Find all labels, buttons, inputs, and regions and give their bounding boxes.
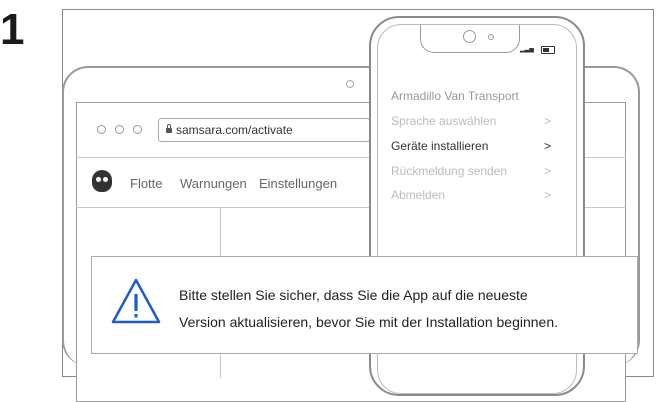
- signal-icon: ▂▃▅: [520, 47, 534, 53]
- chevron-right-icon: >: [543, 164, 551, 178]
- menu-item-label: Abmelden: [391, 188, 446, 202]
- step-number: 1: [0, 5, 25, 54]
- phone-sensor-icon: [488, 34, 494, 40]
- url-text: samsara.com/activate: [176, 123, 293, 137]
- menu-item-label: Rückmeldung senden: [391, 164, 508, 178]
- phone-camera-icon: [463, 30, 476, 43]
- warning-triangle-icon: [111, 278, 161, 324]
- menu-item-rueckmeldung[interactable]: Rückmeldung senden >: [391, 164, 551, 178]
- window-minimize-dot[interactable]: [115, 125, 124, 134]
- samsara-logo-icon: [92, 170, 112, 192]
- menu-item-label: Sprache auswählen: [391, 114, 497, 128]
- nav-item-einstellungen[interactable]: Einstellungen: [259, 176, 337, 191]
- lock-icon: [166, 124, 172, 133]
- battery-icon: [541, 46, 555, 54]
- window-close-dot[interactable]: [97, 125, 106, 134]
- chevron-right-icon: >: [543, 114, 551, 128]
- phone-title: Armadillo Van Transport: [391, 89, 519, 103]
- tablet-camera: [346, 80, 354, 88]
- menu-item-geraete-installieren[interactable]: Geräte installieren >: [391, 139, 551, 153]
- alert-text-line-2: Version aktualisieren, bevor Sie mit der…: [179, 314, 558, 330]
- chevron-right-icon: >: [543, 188, 551, 202]
- url-bar[interactable]: samsara.com/activate: [158, 118, 370, 142]
- chevron-right-icon: >: [543, 139, 551, 153]
- menu-item-label: Geräte installieren: [391, 139, 489, 153]
- nav-item-flotte[interactable]: Flotte: [130, 176, 163, 191]
- menu-item-sprache[interactable]: Sprache auswählen >: [391, 114, 551, 128]
- warning-alert-box: [91, 256, 638, 354]
- window-maximize-dot[interactable]: [133, 125, 142, 134]
- alert-text-line-1: Bitte stellen Sie sicher, dass Sie die A…: [179, 287, 528, 303]
- nav-item-warnungen[interactable]: Warnungen: [180, 176, 247, 191]
- menu-item-abmelden[interactable]: Abmelden >: [391, 188, 551, 202]
